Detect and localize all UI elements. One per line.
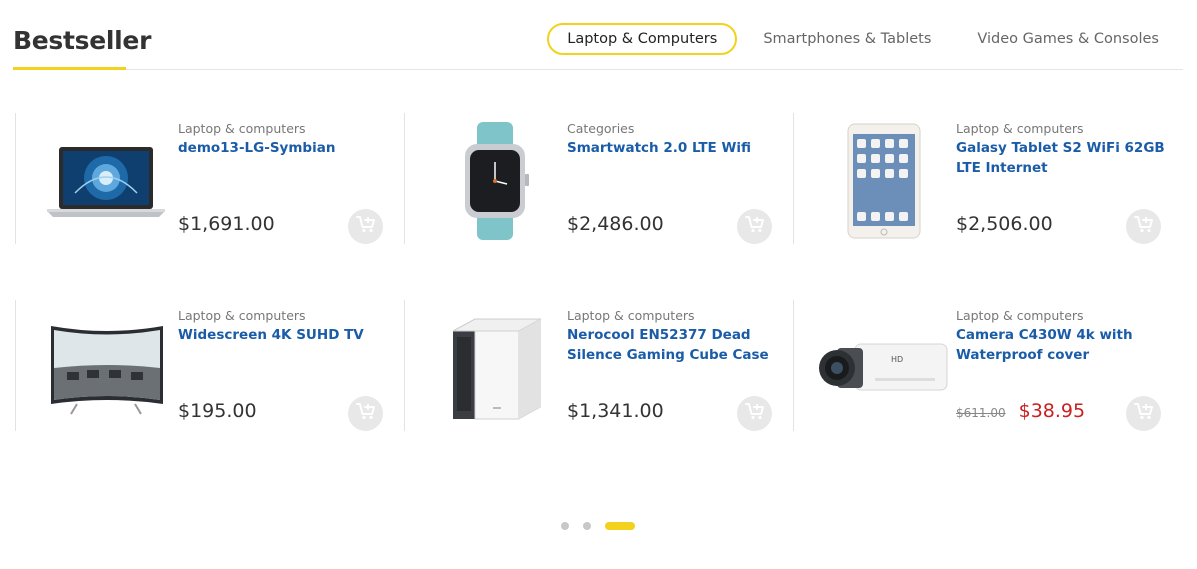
- add-to-cart-icon: [744, 402, 765, 425]
- add-to-cart-button[interactable]: [348, 209, 383, 244]
- price-row: $611.00 $38.95: [956, 400, 1085, 422]
- tab-laptop-computers[interactable]: Laptop & Computers: [547, 23, 738, 55]
- price-row: $1,691.00: [178, 213, 275, 235]
- product-info: Laptop & computers demo13-LG-Symbian: [178, 121, 393, 158]
- add-to-cart-button[interactable]: [737, 396, 772, 431]
- add-to-cart-icon: [744, 215, 765, 238]
- product-info: Laptop & computers Galasy Tablet S2 WiFi…: [956, 121, 1171, 178]
- pagination-dot[interactable]: [583, 522, 591, 530]
- price-row: $1,341.00: [567, 400, 664, 422]
- add-to-cart-button[interactable]: [348, 396, 383, 431]
- product-price: $195.00: [178, 400, 257, 422]
- product-name-link[interactable]: Galasy Tablet S2 WiFi 62GB LTE Internet: [956, 138, 1171, 178]
- price-row: $2,486.00: [567, 213, 664, 235]
- tablet-image[interactable]: [819, 121, 949, 241]
- tab-video-games-consoles[interactable]: Video Games & Consoles: [957, 23, 1183, 55]
- smartwatch-image[interactable]: [430, 121, 560, 241]
- product-card: Laptop & computers Galasy Tablet S2 WiFi…: [793, 113, 1182, 244]
- carousel-pagination: [561, 522, 635, 530]
- product-card: HD Laptop & computers Camera C430W 4k wi…: [793, 300, 1182, 431]
- product-category: Laptop & computers: [178, 308, 306, 323]
- price-row: $2,506.00: [956, 213, 1053, 235]
- product-name-link[interactable]: Smartwatch 2.0 LTE Wifi: [567, 138, 782, 158]
- product-name-link[interactable]: Nerocool EN52377 Dead Silence Gaming Cub…: [567, 325, 782, 365]
- product-old-price: $611.00: [956, 406, 1006, 420]
- bestseller-header: Bestseller Laptop & Computers Smartphone…: [13, 0, 1183, 70]
- product-price: $2,506.00: [956, 213, 1053, 235]
- product-card: Laptop & computers Widescreen 4K SUHD TV…: [15, 300, 404, 431]
- add-to-cart-icon: [1133, 215, 1154, 238]
- pc-case-image[interactable]: [430, 308, 560, 428]
- add-to-cart-button[interactable]: [1126, 396, 1161, 431]
- product-sale-price: $38.95: [1018, 400, 1086, 422]
- tab-smartphones-tablets[interactable]: Smartphones & Tablets: [743, 23, 951, 55]
- price-row: $195.00: [178, 400, 257, 422]
- section-title: Bestseller: [13, 26, 152, 55]
- add-to-cart-button[interactable]: [737, 209, 772, 244]
- product-card: Categories Smartwatch 2.0 LTE Wifi $2,48…: [404, 113, 793, 244]
- product-price: $2,486.00: [567, 213, 664, 235]
- pagination-dot-active[interactable]: [605, 522, 635, 530]
- product-category: Laptop & computers: [178, 121, 306, 136]
- tv-image[interactable]: [41, 308, 171, 428]
- product-category: Laptop & computers: [567, 308, 695, 323]
- camcorder-image[interactable]: HD: [812, 308, 952, 428]
- add-to-cart-icon: [355, 215, 376, 238]
- title-underline: [13, 67, 126, 70]
- product-card: Laptop & computers Nerocool EN52377 Dead…: [404, 300, 793, 431]
- product-name-link[interactable]: Camera C430W 4k with Waterproof cover: [956, 325, 1171, 365]
- product-price: $1,691.00: [178, 213, 275, 235]
- product-info: Laptop & computers Widescreen 4K SUHD TV: [178, 308, 393, 345]
- svg-text:HD: HD: [891, 355, 903, 364]
- product-name-link[interactable]: Widescreen 4K SUHD TV: [178, 325, 393, 345]
- laptop-image[interactable]: [41, 121, 171, 241]
- product-category: Laptop & computers: [956, 121, 1084, 136]
- product-info: Laptop & computers Camera C430W 4k with …: [956, 308, 1171, 365]
- product-category: Laptop & computers: [956, 308, 1084, 323]
- pagination-dot[interactable]: [561, 522, 569, 530]
- product-info: Laptop & computers Nerocool EN52377 Dead…: [567, 308, 782, 365]
- add-to-cart-icon: [355, 402, 376, 425]
- product-price: $1,341.00: [567, 400, 664, 422]
- product-info: Categories Smartwatch 2.0 LTE Wifi: [567, 121, 782, 158]
- add-to-cart-icon: [1133, 402, 1154, 425]
- product-card: Laptop & computers demo13-LG-Symbian $1,…: [15, 113, 404, 244]
- product-category: Categories: [567, 121, 635, 136]
- category-tabs: Laptop & Computers Smartphones & Tablets…: [541, 23, 1183, 55]
- add-to-cart-button[interactable]: [1126, 209, 1161, 244]
- product-name-link[interactable]: demo13-LG-Symbian: [178, 138, 393, 158]
